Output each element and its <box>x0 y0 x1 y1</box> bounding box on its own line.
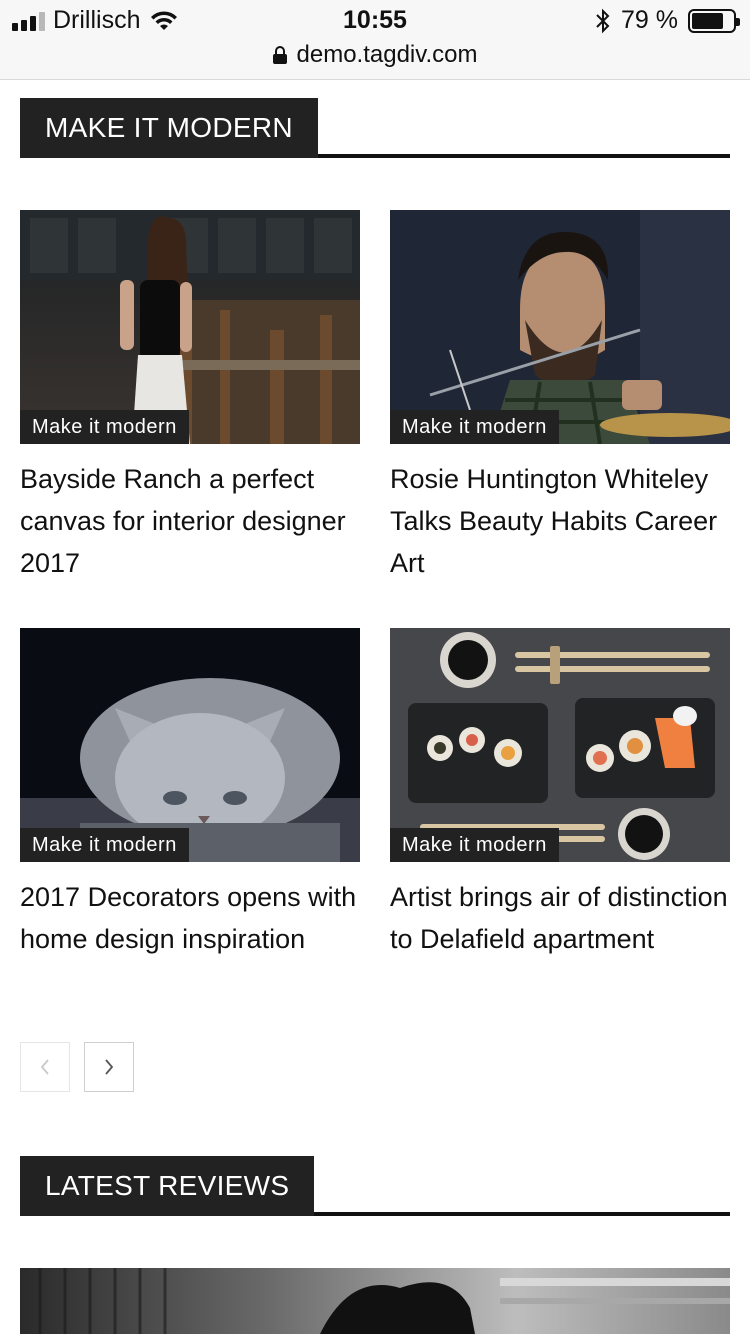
status-bar: Drillisch 10:55 79 % demo.tagdiv.com <box>0 0 750 80</box>
category-tag[interactable]: Make it modern <box>20 828 189 862</box>
chevron-left-icon <box>40 1059 49 1075</box>
article-thumbnail[interactable]: Make it modern <box>390 210 730 444</box>
url-text: demo.tagdiv.com <box>296 41 478 68</box>
article-card[interactable]: Make it modern Rosie Huntington Whiteley… <box>390 210 730 584</box>
article-thumbnail[interactable]: Make it modern <box>20 628 360 862</box>
prev-page-button[interactable] <box>20 1042 70 1092</box>
category-tag[interactable]: Make it modern <box>390 410 559 444</box>
review-thumbnail[interactable] <box>20 1268 730 1334</box>
woman-portrait-photo <box>20 210 360 444</box>
section-title[interactable]: LATEST REVIEWS <box>20 1156 315 1216</box>
section-header-latest-reviews: LATEST REVIEWS <box>20 1156 730 1216</box>
bearded-drummer-photo <box>390 210 730 444</box>
chevron-right-icon <box>105 1059 114 1075</box>
section-header-make-it-modern: MAKE IT MODERN <box>20 98 730 158</box>
next-page-button[interactable] <box>84 1042 134 1092</box>
bluetooth-icon <box>596 8 610 33</box>
review-photo <box>20 1268 730 1334</box>
address-bar[interactable]: demo.tagdiv.com <box>0 40 750 70</box>
article-title[interactable]: Bayside Ranch a perfect canvas for inter… <box>20 458 365 584</box>
article-title[interactable]: Rosie Huntington Whiteley Talks Beauty H… <box>390 458 735 584</box>
article-card[interactable]: Make it modern Artist brings air of dist… <box>390 628 730 960</box>
sushi-plates-photo <box>390 628 730 862</box>
article-title[interactable]: 2017 Decorators opens with home design i… <box>20 876 365 960</box>
lock-icon <box>272 46 287 64</box>
battery-percent: 79 % <box>621 6 678 34</box>
battery-level <box>692 12 723 29</box>
article-thumbnail[interactable]: Make it modern <box>390 628 730 862</box>
battery-tip <box>736 17 740 26</box>
category-tag[interactable]: Make it modern <box>390 828 559 862</box>
article-thumbnail[interactable]: Make it modern <box>20 210 360 444</box>
article-card[interactable]: Make it modern Bayside Ranch a perfect c… <box>20 210 360 584</box>
article-title[interactable]: Artist brings air of distinction to Dela… <box>390 876 735 960</box>
category-tag[interactable]: Make it modern <box>20 410 189 444</box>
section-title[interactable]: MAKE IT MODERN <box>20 98 318 158</box>
grey-kitten-photo <box>20 628 360 862</box>
article-card[interactable]: Make it modern 2017 Decorators opens wit… <box>20 628 360 960</box>
battery-icon <box>688 8 740 33</box>
status-right: 79 % <box>595 6 740 35</box>
